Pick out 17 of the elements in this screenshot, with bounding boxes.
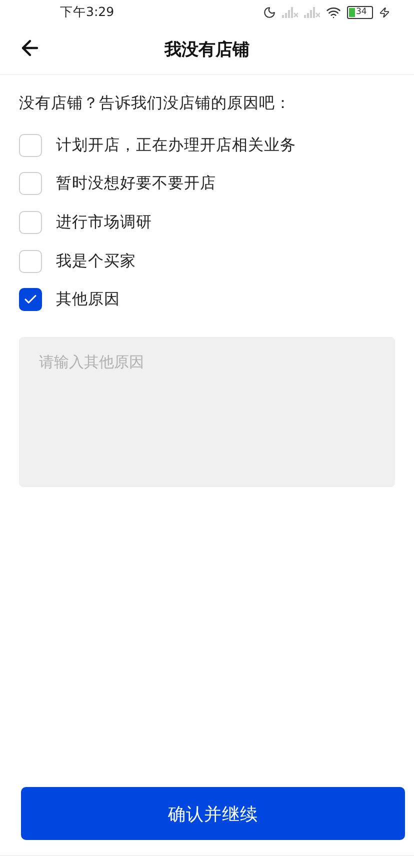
- signal-icon: [282, 6, 298, 18]
- signal-icon: [304, 6, 320, 18]
- option-label: 进行市场调研: [56, 212, 152, 233]
- option-label: 我是个买家: [56, 250, 136, 272]
- confirm-button[interactable]: 确认并继续: [21, 787, 405, 840]
- option-label: 暂时没想好要不要开店: [56, 173, 216, 194]
- option-label: 计划开店，正在办理开店相关业务: [56, 134, 296, 156]
- wifi-icon: [326, 4, 341, 20]
- charging-icon: [379, 6, 390, 18]
- prompt-text: 没有店铺？告诉我们没店铺的原因吧：: [19, 93, 292, 114]
- moon-icon: [263, 6, 276, 18]
- option-label: 其他原因: [56, 289, 120, 310]
- page-title: 我没有店铺: [164, 38, 250, 60]
- checkbox[interactable]: [19, 288, 42, 312]
- other-reason-field[interactable]: 请输入其他原因: [19, 336, 395, 487]
- battery-icon: 34: [347, 6, 373, 18]
- status-time: 下午3:29: [60, 4, 116, 20]
